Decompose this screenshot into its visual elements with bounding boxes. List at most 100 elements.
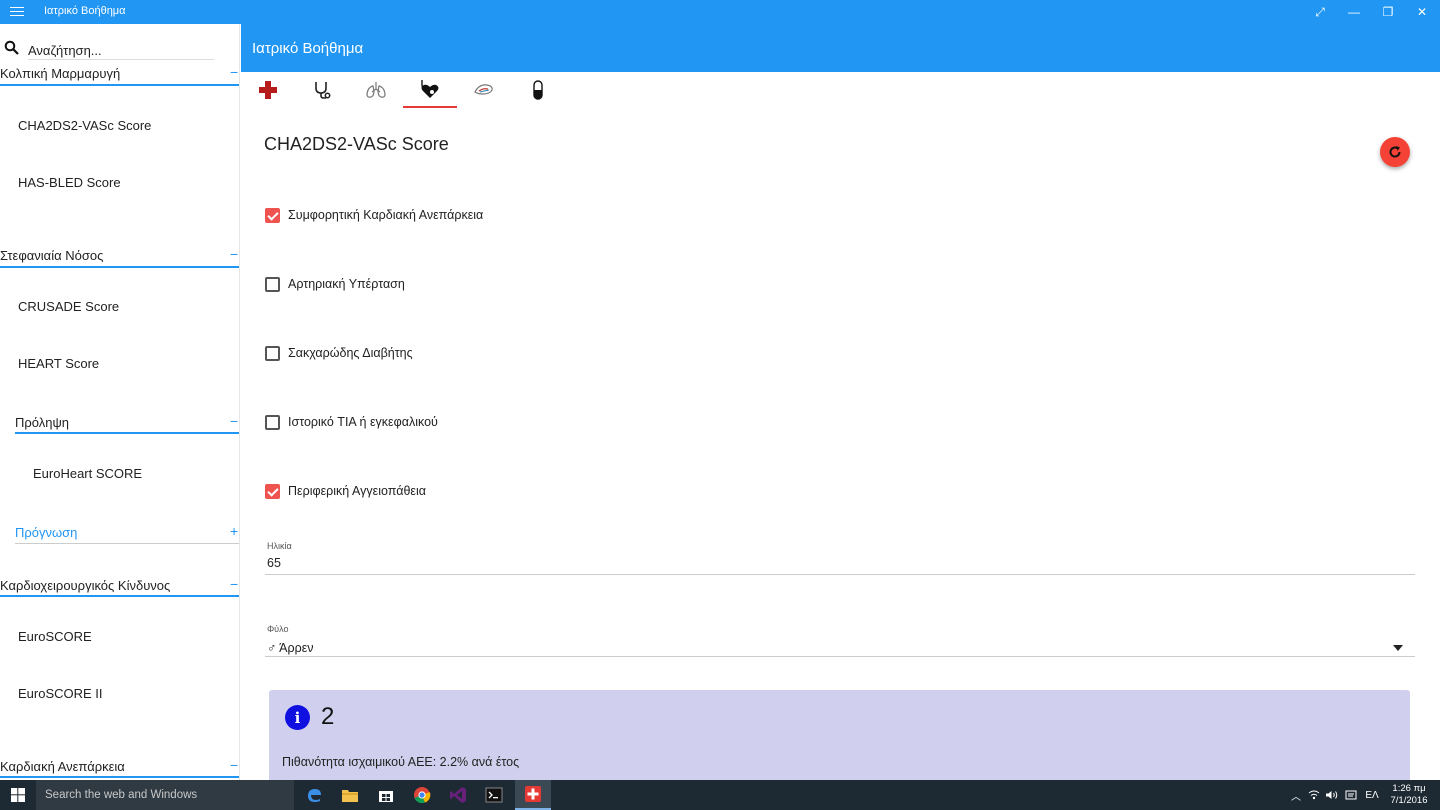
group-underline bbox=[0, 266, 239, 268]
expand-icon[interactable]: + bbox=[230, 523, 238, 539]
sidebar-item-cha2ds2-vasc[interactable]: CHA2DS2-VASc Score bbox=[18, 118, 151, 133]
tab-internal-medicine[interactable] bbox=[295, 72, 349, 108]
store-icon[interactable] bbox=[368, 780, 404, 810]
reset-button[interactable] bbox=[1380, 137, 1410, 167]
start-button[interactable] bbox=[0, 780, 36, 810]
criterion-row[interactable]: Περιφερική Αγγειοπάθεια bbox=[265, 483, 426, 499]
taskbar-search-placeholder: Search the web and Windows bbox=[45, 789, 198, 801]
info-icon: i bbox=[285, 705, 310, 730]
checkbox-diabetes[interactable] bbox=[265, 345, 280, 361]
collapse-icon[interactable]: − bbox=[230, 413, 238, 429]
group-underline bbox=[15, 543, 239, 544]
page-header-title: Ιατρικό Βοήθημα bbox=[252, 40, 364, 57]
category-tabs bbox=[241, 72, 1440, 110]
hamburger-menu-icon[interactable] bbox=[10, 4, 24, 20]
window-titlebar: Ιατρικό Βοήθημα ⤢ — ❐ ✕ bbox=[0, 0, 1440, 24]
group-header-prevention[interactable]: Πρόληψη bbox=[15, 415, 69, 430]
dropdown-arrow-icon[interactable] bbox=[1393, 645, 1403, 651]
fullscreen-icon[interactable]: ⤢ bbox=[1303, 0, 1337, 24]
clock-time: 1:26 πμ bbox=[1392, 783, 1426, 794]
taskbar-search[interactable]: Search the web and Windows bbox=[36, 780, 294, 810]
group-underline bbox=[15, 432, 239, 434]
collapse-icon[interactable]: − bbox=[230, 757, 238, 773]
pill-icon bbox=[533, 80, 543, 100]
language-indicator[interactable]: ΕΛ bbox=[1362, 780, 1382, 810]
criterion-label: Ιστορικό TIA ή εγκεφαλικού bbox=[288, 415, 438, 429]
kidney-icon bbox=[474, 84, 493, 95]
sex-select[interactable]: ♂ Άρρεν bbox=[267, 641, 314, 655]
sex-underline bbox=[265, 656, 1415, 657]
sidebar-item-euroscore[interactable]: EuroSCORE bbox=[18, 629, 92, 644]
medical-app-icon[interactable] bbox=[515, 780, 551, 810]
age-label: Ηλικία bbox=[267, 541, 292, 551]
sex-label: Φύλο bbox=[267, 624, 289, 634]
group-header-atrial-fibrillation[interactable]: Κολπική Μαρμαρυγή bbox=[0, 66, 120, 81]
search-input[interactable] bbox=[28, 42, 214, 60]
age-input[interactable]: 65 bbox=[267, 556, 281, 570]
checkbox-hypertension[interactable] bbox=[265, 276, 280, 292]
age-underline bbox=[265, 574, 1415, 575]
checkbox-vascular-disease[interactable] bbox=[265, 483, 280, 499]
criterion-row[interactable]: Σακχαρώδης Διαβήτης bbox=[265, 345, 413, 361]
volume-icon[interactable] bbox=[1324, 780, 1340, 810]
windows-taskbar: Search the web and Windows ︿ ΕΛ 1:26 πμ … bbox=[0, 780, 1440, 810]
minimize-button[interactable]: — bbox=[1337, 0, 1371, 24]
heart-stethoscope-icon bbox=[421, 80, 439, 98]
group-underline bbox=[0, 84, 239, 86]
group-underline bbox=[0, 595, 239, 597]
network-icon[interactable] bbox=[1306, 780, 1322, 810]
notifications-icon[interactable] bbox=[1343, 780, 1359, 810]
criterion-row[interactable]: Αρτηριακή Υπέρταση bbox=[265, 276, 405, 292]
sidebar-item-crusade[interactable]: CRUSADE Score bbox=[18, 299, 119, 314]
red-cross-icon bbox=[259, 81, 277, 99]
lungs-icon bbox=[366, 82, 386, 98]
sidebar-item-euroheart[interactable]: EuroHeart SCORE bbox=[33, 466, 142, 481]
sidebar-item-euroscore-ii[interactable]: EuroSCORE II bbox=[18, 686, 103, 701]
checkbox-stroke-tia[interactable] bbox=[265, 414, 280, 430]
search-box bbox=[0, 24, 239, 62]
tray-chevron-icon[interactable]: ︿ bbox=[1289, 780, 1303, 810]
tab-pharmacology[interactable] bbox=[511, 72, 565, 108]
windows-logo-icon bbox=[11, 788, 25, 802]
collapse-icon[interactable]: − bbox=[230, 64, 238, 80]
chrome-icon[interactable] bbox=[404, 780, 440, 810]
app-header: Ιατρικό Βοήθημα bbox=[241, 24, 1440, 72]
window-title: Ιατρικό Βοήθημα bbox=[44, 5, 126, 17]
group-header-prognosis[interactable]: Πρόγνωση bbox=[15, 525, 77, 540]
stethoscope-icon bbox=[315, 82, 331, 99]
result-description: Πιθανότητα ισχαιμικού ΑΕΕ: 2.2% ανά έτος bbox=[282, 755, 520, 769]
refresh-icon bbox=[1389, 146, 1401, 158]
collapse-icon[interactable]: − bbox=[230, 246, 238, 262]
terminal-icon[interactable] bbox=[476, 780, 512, 810]
tab-cardiology[interactable] bbox=[403, 72, 457, 108]
group-underline bbox=[0, 776, 239, 778]
result-score: 2 bbox=[321, 703, 335, 730]
tab-general[interactable] bbox=[241, 72, 295, 108]
criterion-label: Σακχαρώδης Διαβήτης bbox=[288, 346, 413, 360]
tab-pulmonology[interactable] bbox=[349, 72, 403, 108]
edge-icon[interactable] bbox=[296, 780, 332, 810]
clock-date: 7/1/2016 bbox=[1390, 795, 1428, 806]
search-icon bbox=[4, 40, 19, 55]
criterion-label: Περιφερική Αγγειοπάθεια bbox=[288, 484, 426, 498]
criterion-label: Αρτηριακή Υπέρταση bbox=[288, 277, 405, 291]
tab-nephrology[interactable] bbox=[457, 72, 511, 108]
criterion-label: Συμφορητική Καρδιακή Ανεπάρκεια bbox=[288, 208, 484, 222]
sidebar-item-heart-score[interactable]: HEART Score bbox=[18, 356, 99, 371]
sidebar: Κολπική Μαρμαρυγή − CHA2DS2-VASc Score H… bbox=[0, 24, 240, 780]
calculator-title: CHA2DS2-VASc Score bbox=[264, 134, 449, 154]
group-header-cardiac-surgery-risk[interactable]: Καρδιοχειρουργικός Κίνδυνος bbox=[0, 578, 170, 593]
criterion-row[interactable]: Ιστορικό TIA ή εγκεφαλικού bbox=[265, 414, 438, 430]
restore-button[interactable]: ❐ bbox=[1371, 0, 1405, 24]
checkbox-congestive-heart-failure[interactable] bbox=[265, 207, 280, 223]
sidebar-item-has-bled[interactable]: HAS-BLED Score bbox=[18, 175, 121, 190]
collapse-icon[interactable]: − bbox=[230, 576, 238, 592]
file-explorer-icon[interactable] bbox=[332, 780, 368, 810]
criterion-row[interactable]: Συμφορητική Καρδιακή Ανεπάρκεια bbox=[265, 207, 483, 223]
result-card: i 2 Πιθανότητα ισχαιμικού ΑΕΕ: 2.2% ανά … bbox=[269, 690, 1410, 790]
visual-studio-icon[interactable] bbox=[440, 780, 476, 810]
close-button[interactable]: ✕ bbox=[1405, 0, 1439, 24]
taskbar-clock[interactable]: 1:26 πμ 7/1/2016 bbox=[1384, 783, 1434, 807]
group-header-heart-failure[interactable]: Καρδιακή Ανεπάρκεια bbox=[0, 759, 125, 774]
group-header-coronary-disease[interactable]: Στεφανιαία Νόσος bbox=[0, 248, 103, 263]
